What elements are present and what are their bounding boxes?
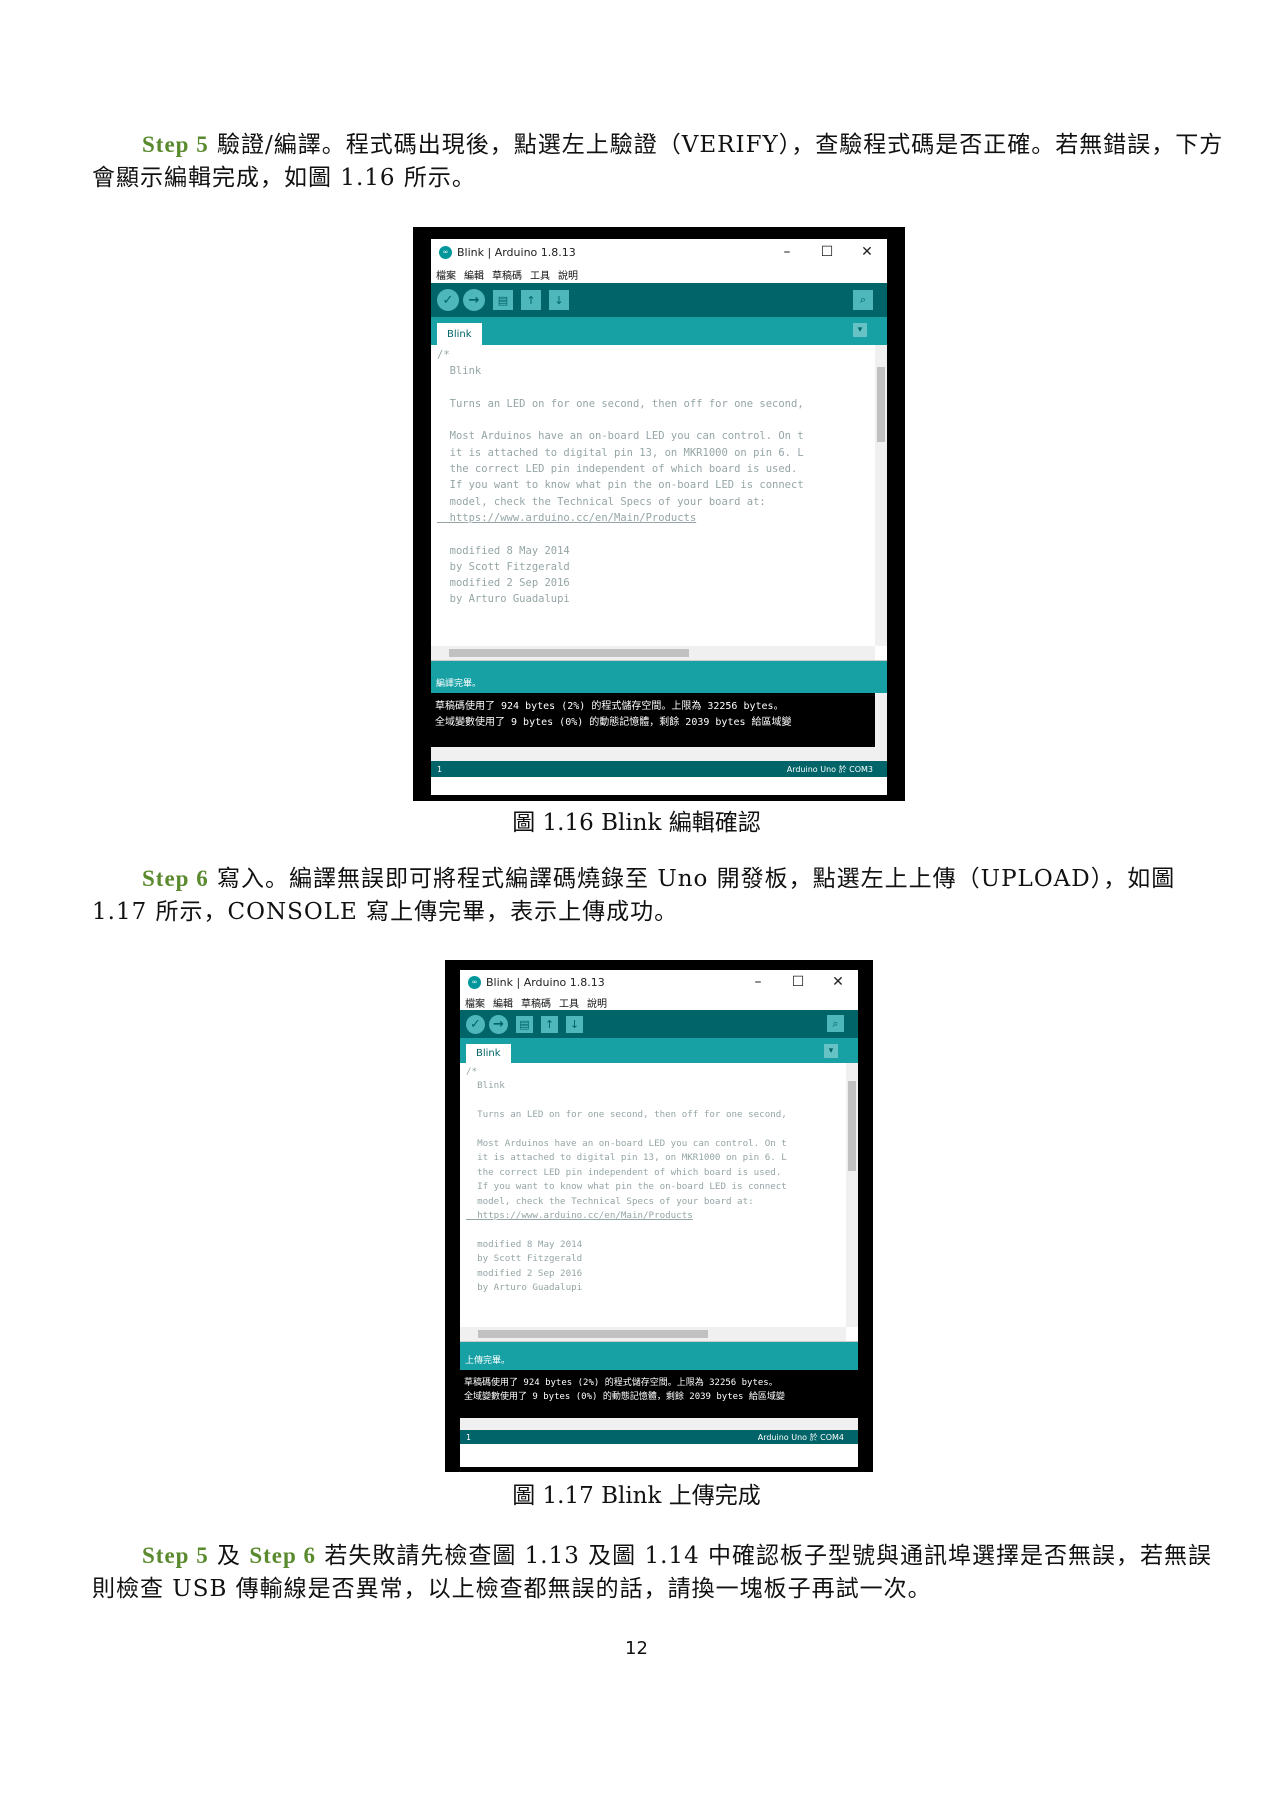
serial-monitor-icon[interactable]: ⌕ [853,290,873,310]
line-number: 1 [466,1432,472,1442]
title-bar: ∞ Blink | Arduino 1.8.13 – ☐ ✕ [460,970,858,994]
title-bar: ∞ Blink | Arduino 1.8.13 – ☐ ✕ [431,239,887,265]
figure-1-17: ∞ Blink | Arduino 1.8.13 – ☐ ✕ 檔案 編輯 草稿碼… [445,960,873,1472]
maximize-icon[interactable]: ☐ [807,244,847,260]
console-output: 草稿碼使用了 924 bytes (2%) 的程式儲存空間。上限為 32256 … [431,693,887,747]
menu-bar: 檔案 編輯 草稿碼 工具 說明 [431,265,887,283]
window-title: Blink | Arduino 1.8.13 [457,245,576,259]
step-label: Step 5 [142,132,209,157]
page-number: 12 [625,1638,648,1659]
maximize-icon[interactable]: ☐ [778,974,818,990]
code-text: /* Blink Turns an LED on for one second,… [437,349,804,606]
serial-monitor-icon[interactable]: ⌕ [827,1015,844,1032]
tab-bar: Blink ▾ [460,1038,858,1063]
board-port: Arduino Uno 於 COM3 [786,764,873,774]
menu-help[interactable]: 說明 [558,267,578,282]
editor-vertical-scrollbar[interactable] [846,1063,858,1327]
paragraph-troubleshoot: Step 5 及 Step 6 若失敗請先檢查圖 1.13 及圖 1.14 中確… [92,1539,1232,1606]
editor-vertical-scrollbar[interactable] [875,345,887,646]
paragraph-step6: Step 6 寫入。編譯無誤即可將程式編譯碼燒錄至 Uno 開發板，點選左上上傳… [92,862,1232,929]
console-scrollbar[interactable] [875,693,887,747]
editor-horizontal-scrollbar[interactable] [431,646,875,660]
toolbar: ✓ → ▤ ↑ ↓ ⌕ [460,1010,858,1038]
tab-blink[interactable]: Blink [466,1044,511,1063]
bottom-bar: 1 Arduino Uno 於 COM4 [460,1430,858,1444]
arduino-icon: ∞ [439,245,452,259]
status-text: 上傳完畢。 [465,1356,511,1366]
status-bar: 上傳完畢。 [460,1342,858,1370]
status-text: 編譯完畢。 [436,679,482,689]
new-icon[interactable]: ▤ [493,290,513,310]
code-editor[interactable]: /* Blink Turns an LED on for one second,… [460,1063,858,1342]
menu-file[interactable]: 檔案 [436,267,456,282]
tab-blink[interactable]: Blink [437,323,482,345]
menu-edit[interactable]: 編輯 [464,267,484,282]
open-icon[interactable]: ↑ [541,1015,558,1033]
paragraph-text: 驗證/編譯。程式碼出現後，點選左上驗證（VERIFY），查驗程式碼是否正確。若無… [92,132,1224,191]
menu-file[interactable]: 檔案 [465,995,485,1010]
menu-tools[interactable]: 工具 [559,995,579,1010]
menu-tools[interactable]: 工具 [530,267,550,282]
code-editor[interactable]: /* Blink Turns an LED on for one second,… [431,345,887,661]
close-icon[interactable]: ✕ [818,974,858,990]
code-text: /* Blink Turns an LED on for one second,… [466,1066,787,1294]
arduino-icon: ∞ [468,975,481,989]
console-horizontal-scrollbar[interactable] [431,747,887,761]
menu-sketch[interactable]: 草稿碼 [492,267,522,282]
tab-menu-icon[interactable]: ▾ [824,1044,838,1058]
conjunction-text: 及 [208,1543,250,1569]
menu-sketch[interactable]: 草稿碼 [521,995,551,1010]
menu-help[interactable]: 說明 [587,995,607,1010]
console-output: 草稿碼使用了 924 bytes (2%) 的程式儲存空間。上限為 32256 … [460,1370,858,1418]
board-port: Arduino Uno 於 COM4 [757,1432,844,1442]
upload-icon[interactable]: → [489,1014,508,1034]
line-number: 1 [437,764,443,774]
tab-menu-icon[interactable]: ▾ [853,323,867,337]
menu-bar: 檔案 編輯 草稿碼 工具 說明 [460,994,858,1010]
menu-edit[interactable]: 編輯 [493,995,513,1010]
console-horizontal-scrollbar[interactable] [460,1418,858,1430]
upload-icon[interactable]: → [463,289,485,311]
bottom-bar: 1 Arduino Uno 於 COM3 [431,761,887,777]
figure-caption: 圖 1.17 Blink 上傳完成 [512,1483,761,1509]
figure-1-16: ∞ Blink | Arduino 1.8.13 – ☐ ✕ 檔案 編輯 草稿碼… [413,227,905,801]
figure-caption: 圖 1.16 Blink 編輯確認 [512,810,761,836]
arduino-ide-window: ∞ Blink | Arduino 1.8.13 – ☐ ✕ 檔案 編輯 草稿碼… [460,970,858,1467]
minimize-icon[interactable]: – [738,974,778,990]
paragraph-step5: Step 5 驗證/編譯。程式碼出現後，點選左上驗證（VERIFY），查驗程式碼… [92,128,1232,195]
editor-horizontal-scrollbar[interactable] [460,1327,846,1341]
step-label: Step 5 [142,1543,209,1568]
paragraph-text: 寫入。編譯無誤即可將程式編譯碼燒錄至 Uno 開發板，點選左上上傳（UPLOAD… [92,866,1176,925]
toolbar: ✓ → ▤ ↑ ↓ ⌕ [431,283,887,317]
save-icon[interactable]: ↓ [566,1015,583,1033]
new-icon[interactable]: ▤ [516,1015,533,1033]
step-label: Step 6 [249,1543,317,1568]
close-icon[interactable]: ✕ [847,244,887,260]
minimize-icon[interactable]: – [767,244,807,260]
tab-bar: Blink ▾ [431,317,887,345]
verify-icon[interactable]: ✓ [466,1014,485,1034]
open-icon[interactable]: ↑ [521,290,541,310]
step-label: Step 6 [142,866,209,891]
arduino-ide-window: ∞ Blink | Arduino 1.8.13 – ☐ ✕ 檔案 編輯 草稿碼… [431,239,887,795]
save-icon[interactable]: ↓ [549,290,569,310]
verify-icon[interactable]: ✓ [437,289,459,311]
status-bar: 編譯完畢。 [431,661,887,693]
window-title: Blink | Arduino 1.8.13 [486,975,605,989]
